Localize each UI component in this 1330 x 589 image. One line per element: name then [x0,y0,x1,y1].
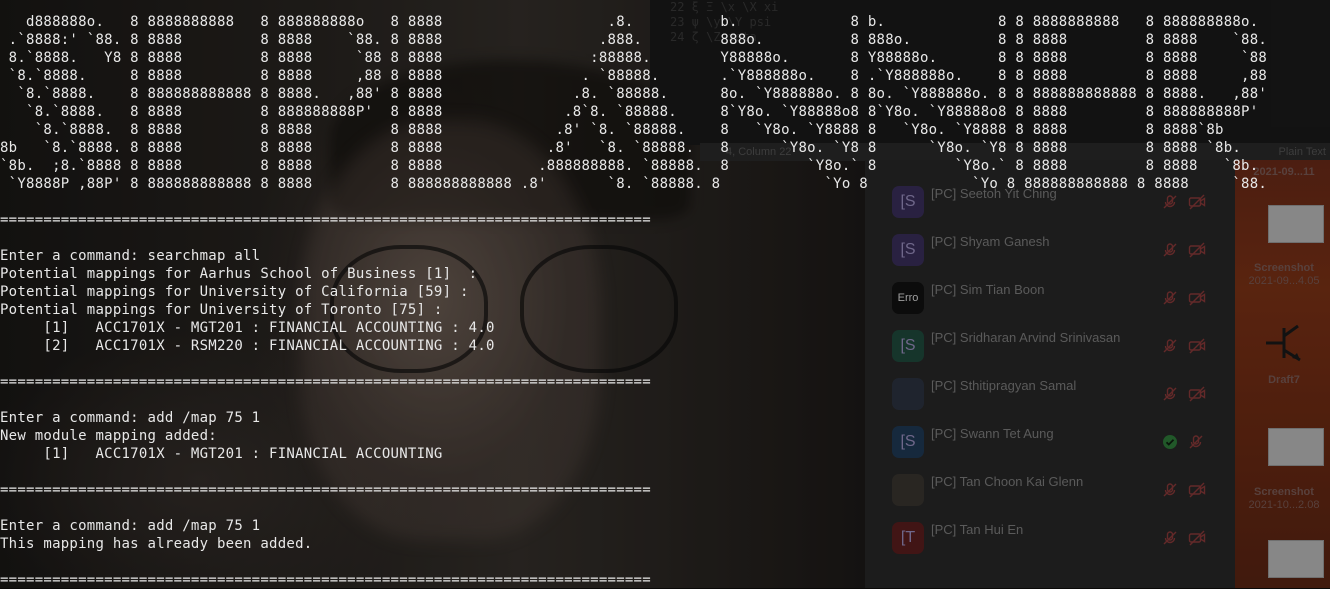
ascii-banner-line: .`8888:' `88. 8 8888 8 8888 `88. 8 8888 … [0,32,1268,48]
output-line: Potential mappings for Aarhus School of … [0,266,478,282]
ascii-banner-line: `8.`8888. 8 888888888888 8 8888. ,88' 8 … [0,86,1268,102]
ascii-banner-line: 8b `8.`8888. 8 8888 8 8888 8 8888 .8' `8… [0,140,1242,156]
mapping-line: [1] ACC1701X - MGT201 : FINANCIAL ACCOUN… [0,446,443,462]
separator-line: ========================================… [0,374,651,390]
output-line: This mapping has already been added. [0,536,313,552]
output-line: New module mapping added: [0,428,217,444]
separator-line: ========================================… [0,212,651,228]
command-prompt-line: Enter a command: add /map 75 1 [0,518,261,534]
ascii-banner-line: `8b. ;8.`8888 8 8888 8 8888 8 8888 .8888… [0,158,1259,174]
ascii-banner-line: `8.`8888. 8 8888 8 888888888P' 8 8888 .8… [0,104,1259,120]
command-prompt-line: Enter a command: searchmap all [0,248,261,264]
command-prompt-line: Enter a command: add /map 75 1 [0,410,261,426]
mapping-line: [2] ACC1701X - RSM220 : FINANCIAL ACCOUN… [0,338,495,354]
separator-line: ========================================… [0,482,651,498]
ascii-banner-line: d888888o. 8 8888888888 8 888888888o 8 88… [0,14,1259,30]
terminal-window[interactable]: d888888o. 8 8888888888 8 888888888o 8 88… [0,0,1330,588]
output-line: Potential mappings for University of Cal… [0,284,469,300]
ascii-banner-line: `8.`8888. 8 8888 8 8888 8 8888 .8' `8. `… [0,122,1224,138]
ascii-banner-line: 8.`8888. Y8 8 8888 8 8888 `88 8 8888 :88… [0,50,1268,66]
mapping-line: [1] ACC1701X - MGT201 : FINANCIAL ACCOUN… [0,320,495,336]
ascii-banner-line: `Y8888P ,88P' 8 888888888888 8 8888 8 88… [0,176,1268,192]
ascii-banner-line: `8.`8888. 8 8888 8 8888 ,88 8 8888 . `88… [0,68,1268,84]
separator-line: ========================================… [0,572,651,588]
output-line: Potential mappings for University of Tor… [0,302,443,318]
